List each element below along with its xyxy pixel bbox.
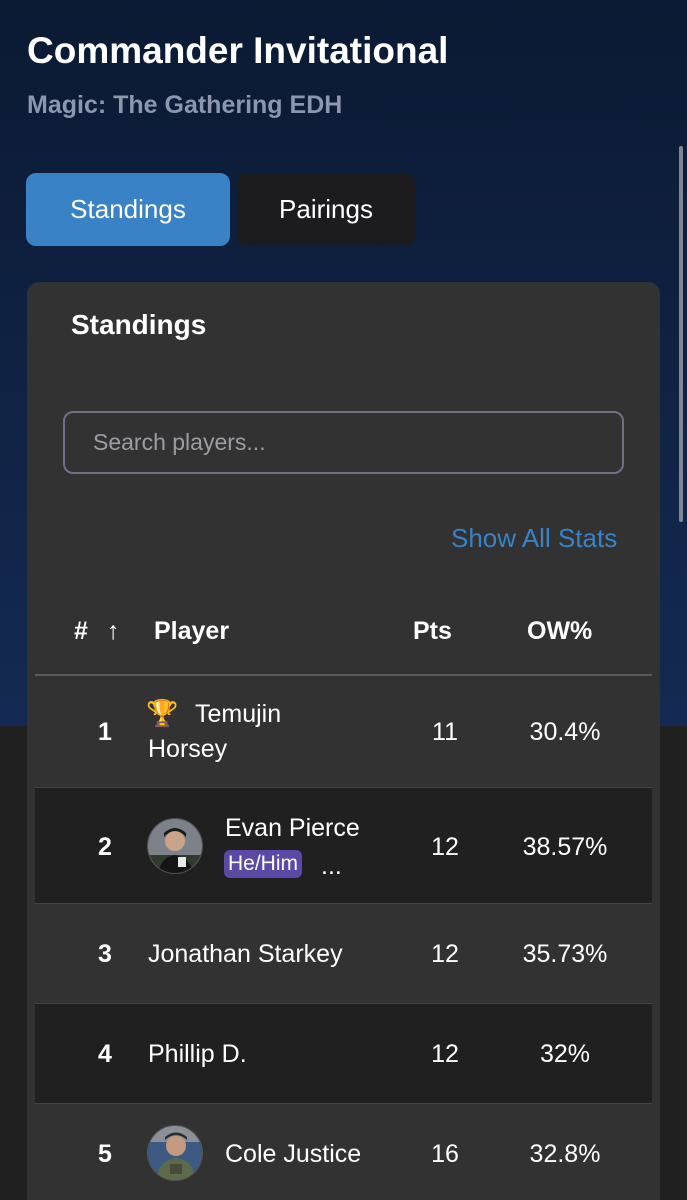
points-cell: 12	[431, 1040, 459, 1068]
player-name-line2: Horsey	[148, 735, 228, 763]
tab-pairings[interactable]: Pairings	[237, 173, 415, 246]
ow-cell: 35.73%	[522, 940, 608, 968]
pronoun-badge: He/Him	[224, 850, 303, 878]
show-all-stats-link[interactable]: Show All Stats	[451, 523, 617, 554]
table-row[interactable]: 2 Evan Pierce He/Him ... 12 38.57%	[35, 788, 652, 904]
ow-cell: 30.4%	[529, 718, 601, 746]
page-title: Commander Invitational	[27, 30, 449, 71]
avatar	[147, 1125, 203, 1181]
points-cell: 16	[431, 1140, 459, 1168]
points-cell: 12	[431, 833, 459, 861]
tab-standings[interactable]: Standings	[26, 173, 230, 246]
table-row[interactable]: 4 Phillip D. 12 32%	[35, 1004, 652, 1104]
sort-arrow-up-icon[interactable]: ↑	[107, 617, 120, 646]
more-ellipsis: ...	[321, 852, 342, 880]
player-name: Phillip D.	[148, 1040, 247, 1068]
trophy-icon: 🏆	[146, 698, 179, 728]
column-header-player[interactable]: Player	[154, 617, 229, 646]
points-cell: 12	[431, 940, 459, 968]
table-row[interactable]: 1 🏆 Temujin Horsey 11 30.4%	[35, 676, 652, 788]
column-header-points[interactable]: Pts	[413, 617, 452, 646]
player-name: Temujin	[195, 700, 282, 728]
scrollbar[interactable]	[679, 146, 683, 522]
points-cell: 11	[432, 718, 458, 746]
avatar	[147, 818, 203, 874]
ow-cell: 32.8%	[529, 1140, 601, 1168]
search-input[interactable]	[63, 411, 624, 474]
player-name: Evan Pierce	[225, 814, 360, 842]
player-name: Cole Justice	[225, 1140, 362, 1168]
table-row[interactable]: 5 Cole Justice 16 32.8%	[35, 1104, 652, 1200]
player-name: Jonathan Starkey	[148, 940, 343, 968]
column-header-ow[interactable]: OW%	[527, 617, 592, 646]
ow-cell: 32%	[539, 1040, 591, 1068]
ow-cell: 38.57%	[522, 833, 608, 861]
column-header-rank[interactable]: #	[74, 617, 88, 646]
standings-title: Standings	[71, 309, 207, 340]
avatar-photo-icon	[148, 1126, 202, 1180]
page-subtitle: Magic: The Gathering EDH	[27, 91, 343, 119]
table-row[interactable]: 3 Jonathan Starkey 12 35.73%	[35, 904, 652, 1004]
avatar-photo-icon	[148, 819, 202, 873]
